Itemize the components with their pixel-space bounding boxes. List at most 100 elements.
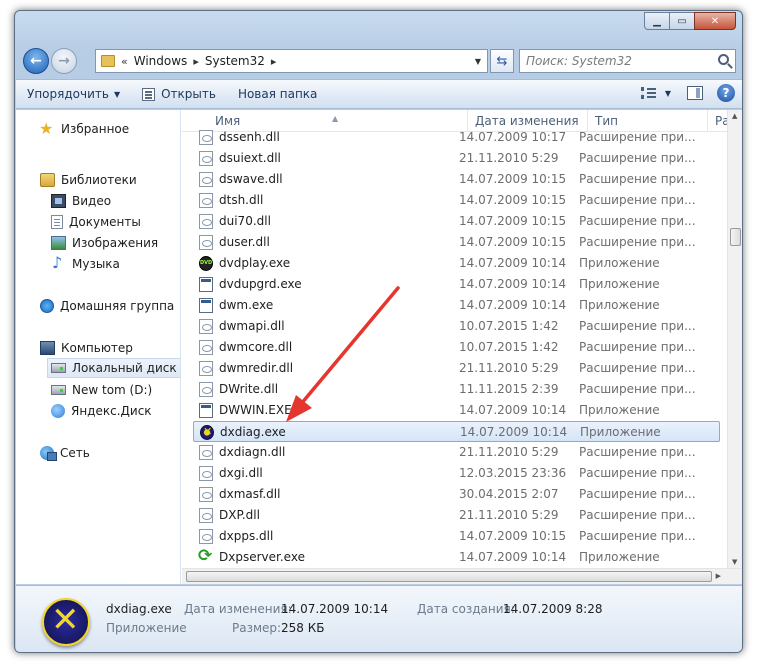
vertical-scroll-thumb[interactable] — [730, 228, 741, 246]
file-type: Расширение при... — [579, 382, 696, 396]
nav-yandex-disk[interactable]: Яндекс.Диск — [51, 401, 152, 421]
file-type: Приложение — [579, 256, 660, 270]
new-folder-label: Новая папка — [237, 87, 318, 101]
explorer-window: ▁ ▭ ✕ ← → « Windows ▸ System32 ▸ ▼ ⇆ Пои… — [14, 10, 743, 653]
file-row[interactable]: DWWIN.EXE 14.07.2009 10:14 Приложение — [193, 400, 720, 421]
file-date: 14.07.2009 10:14 — [459, 298, 567, 312]
nav-images[interactable]: Изображения — [51, 233, 158, 253]
open-icon — [142, 87, 156, 101]
vertical-scrollbar[interactable]: ▲ ▼ — [727, 110, 742, 568]
forward-button[interactable]: → — [51, 48, 77, 74]
view-dropdown-icon[interactable]: ▼ — [665, 89, 671, 98]
nav-computer[interactable]: Компьютер — [40, 338, 133, 358]
file-row[interactable]: dtsh.dll 14.07.2009 10:15 Расширение при..… — [193, 190, 720, 211]
file-row[interactable]: dwmcore.dll 10.07.2015 1:42 Расширение при… — [193, 337, 720, 358]
search-input[interactable]: Поиск: System32 — [519, 49, 736, 73]
dll-icon — [199, 487, 213, 502]
file-name: dui70.dll — [219, 214, 271, 228]
navigation-pane: Избранное Библиотеки Видео Документы Изо… — [16, 110, 181, 584]
file-row[interactable]: dssenh.dll 14.07.2009 10:17 Расширение при… — [193, 127, 720, 148]
file-row[interactable]: dxdiagn.dll 21.11.2010 5:29 Расширение при… — [193, 442, 720, 463]
file-row[interactable]: dsuiext.dll 21.11.2010 5:29 Расширение при… — [193, 148, 720, 169]
file-name: dwmapi.dll — [219, 319, 285, 333]
libraries-icon — [40, 173, 55, 187]
file-row[interactable]: dvdplay.exe 14.07.2009 10:14 Приложение — [193, 253, 720, 274]
details-modified-label: Дата изменения: — [184, 602, 292, 616]
breadcrumb-overflow[interactable]: « — [121, 55, 128, 68]
dll-icon — [199, 508, 213, 523]
file-row[interactable]: dwmapi.dll 10.07.2015 1:42 Расширение при.… — [193, 316, 720, 337]
address-dropdown-icon[interactable]: ▼ — [475, 57, 481, 66]
file-date: 21.11.2010 5:29 — [459, 508, 559, 522]
star-icon — [39, 119, 55, 138]
preview-pane-icon[interactable] — [687, 86, 703, 100]
column-name[interactable]: Имя — [215, 114, 240, 128]
file-name: duser.dll — [219, 235, 270, 249]
directx-icon — [42, 598, 90, 646]
sort-ascending-icon: ▲ — [332, 114, 339, 123]
refresh-icon: ⇆ — [496, 53, 508, 69]
dll-icon — [199, 361, 213, 376]
help-icon[interactable]: ? — [717, 84, 735, 102]
breadcrumb-system32[interactable]: System32 — [205, 54, 265, 68]
dll-icon — [199, 340, 213, 355]
nav-favorites[interactable]: Избранное — [39, 119, 129, 139]
nav-new-tom-label: New tom (D:) — [72, 383, 153, 397]
scroll-down-icon[interactable]: ▼ — [732, 558, 737, 566]
details-created-value: 14.07.2009 8:28 — [503, 602, 603, 616]
search-icon — [718, 54, 729, 65]
nav-network[interactable]: Сеть — [40, 443, 90, 463]
file-date: 21.11.2010 5:29 — [459, 361, 559, 375]
file-row[interactable]: duser.dll 14.07.2009 10:15 Расширение при.… — [193, 232, 720, 253]
nav-documents[interactable]: Документы — [51, 212, 141, 232]
file-row[interactable]: dxgi.dll 12.03.2015 23:36 Расширение при..… — [193, 463, 720, 484]
back-button[interactable]: ← — [23, 48, 49, 74]
organize-button[interactable]: Упорядочить ▼ — [16, 80, 131, 108]
refresh-button[interactable]: ⇆ — [490, 49, 514, 73]
file-row[interactable]: DXP.dll 21.11.2010 5:29 Расширение при... — [193, 505, 720, 526]
file-row-selected[interactable]: dxdiag.exe 14.07.2009 10:14 Приложение — [193, 421, 720, 442]
file-date: 14.07.2009 10:15 — [459, 529, 567, 543]
scroll-right-icon[interactable]: ▶ — [716, 572, 721, 580]
file-type: Расширение при... — [579, 214, 696, 228]
file-row[interactable]: dxmasf.dll 30.04.2015 2:07 Расширение при.… — [193, 484, 720, 505]
horizontal-scroll-thumb[interactable] — [186, 571, 712, 582]
nav-local-disk[interactable]: Локальный диск (C — [47, 358, 180, 378]
maximize-icon: ▭ — [677, 15, 687, 27]
file-row[interactable]: dwm.exe 14.07.2009 10:14 Приложение — [193, 295, 720, 316]
new-folder-button[interactable]: Новая папка — [227, 80, 328, 108]
minimize-button[interactable]: ▁ — [644, 12, 670, 30]
scroll-up-icon[interactable]: ▲ — [732, 112, 737, 120]
nav-music[interactable]: Музыка — [51, 253, 120, 274]
open-label: Открыть — [161, 87, 216, 101]
file-row[interactable]: dvdupgrd.exe 14.07.2009 10:14 Приложение — [193, 274, 720, 295]
file-name: dsuiext.dll — [219, 151, 281, 165]
file-date: 14.07.2009 10:14 — [459, 403, 567, 417]
view-options-icon[interactable] — [640, 87, 657, 99]
file-row[interactable]: DWrite.dll 11.11.2015 2:39 Расширение при.… — [193, 379, 720, 400]
file-row[interactable]: dui70.dll 14.07.2009 10:15 Расширение при.… — [193, 211, 720, 232]
file-row[interactable]: Dxpserver.exe 14.07.2009 10:14 Приложение — [193, 546, 720, 568]
file-type: Расширение при... — [579, 508, 696, 522]
nav-new-tom[interactable]: New tom (D:) — [51, 380, 152, 400]
close-button[interactable]: ✕ — [694, 12, 736, 30]
nav-homegroup[interactable]: Домашняя группа — [40, 296, 174, 316]
address-bar[interactable]: « Windows ▸ System32 ▸ ▼ — [95, 49, 488, 73]
nav-video[interactable]: Видео — [51, 191, 111, 211]
file-row[interactable]: dwmredir.dll 21.11.2010 5:29 Расширение пр… — [193, 358, 720, 379]
maximize-button[interactable]: ▭ — [669, 12, 695, 30]
nav-libraries[interactable]: Библиотеки — [40, 170, 137, 190]
column-type[interactable]: Тип — [595, 114, 618, 128]
caption-buttons: ▁ ▭ ✕ — [644, 12, 736, 30]
details-file-name: dxdiag.exe — [106, 602, 172, 616]
column-date[interactable]: Дата изменения — [475, 114, 579, 128]
breadcrumb-separator-icon[interactable]: ▸ — [271, 55, 277, 68]
open-button[interactable]: Открыть — [131, 80, 227, 108]
horizontal-scrollbar[interactable]: ▶ — [182, 568, 742, 584]
hard-disk-icon — [51, 385, 66, 395]
file-row[interactable]: dxpps.dll 14.07.2009 10:15 Расширение при.… — [193, 526, 720, 547]
breadcrumb-windows[interactable]: Windows — [134, 54, 188, 68]
breadcrumb-separator-icon[interactable]: ▸ — [193, 55, 199, 68]
file-row[interactable]: dswave.dll 14.07.2009 10:15 Расширение при… — [193, 169, 720, 190]
dvd-icon — [199, 256, 213, 271]
